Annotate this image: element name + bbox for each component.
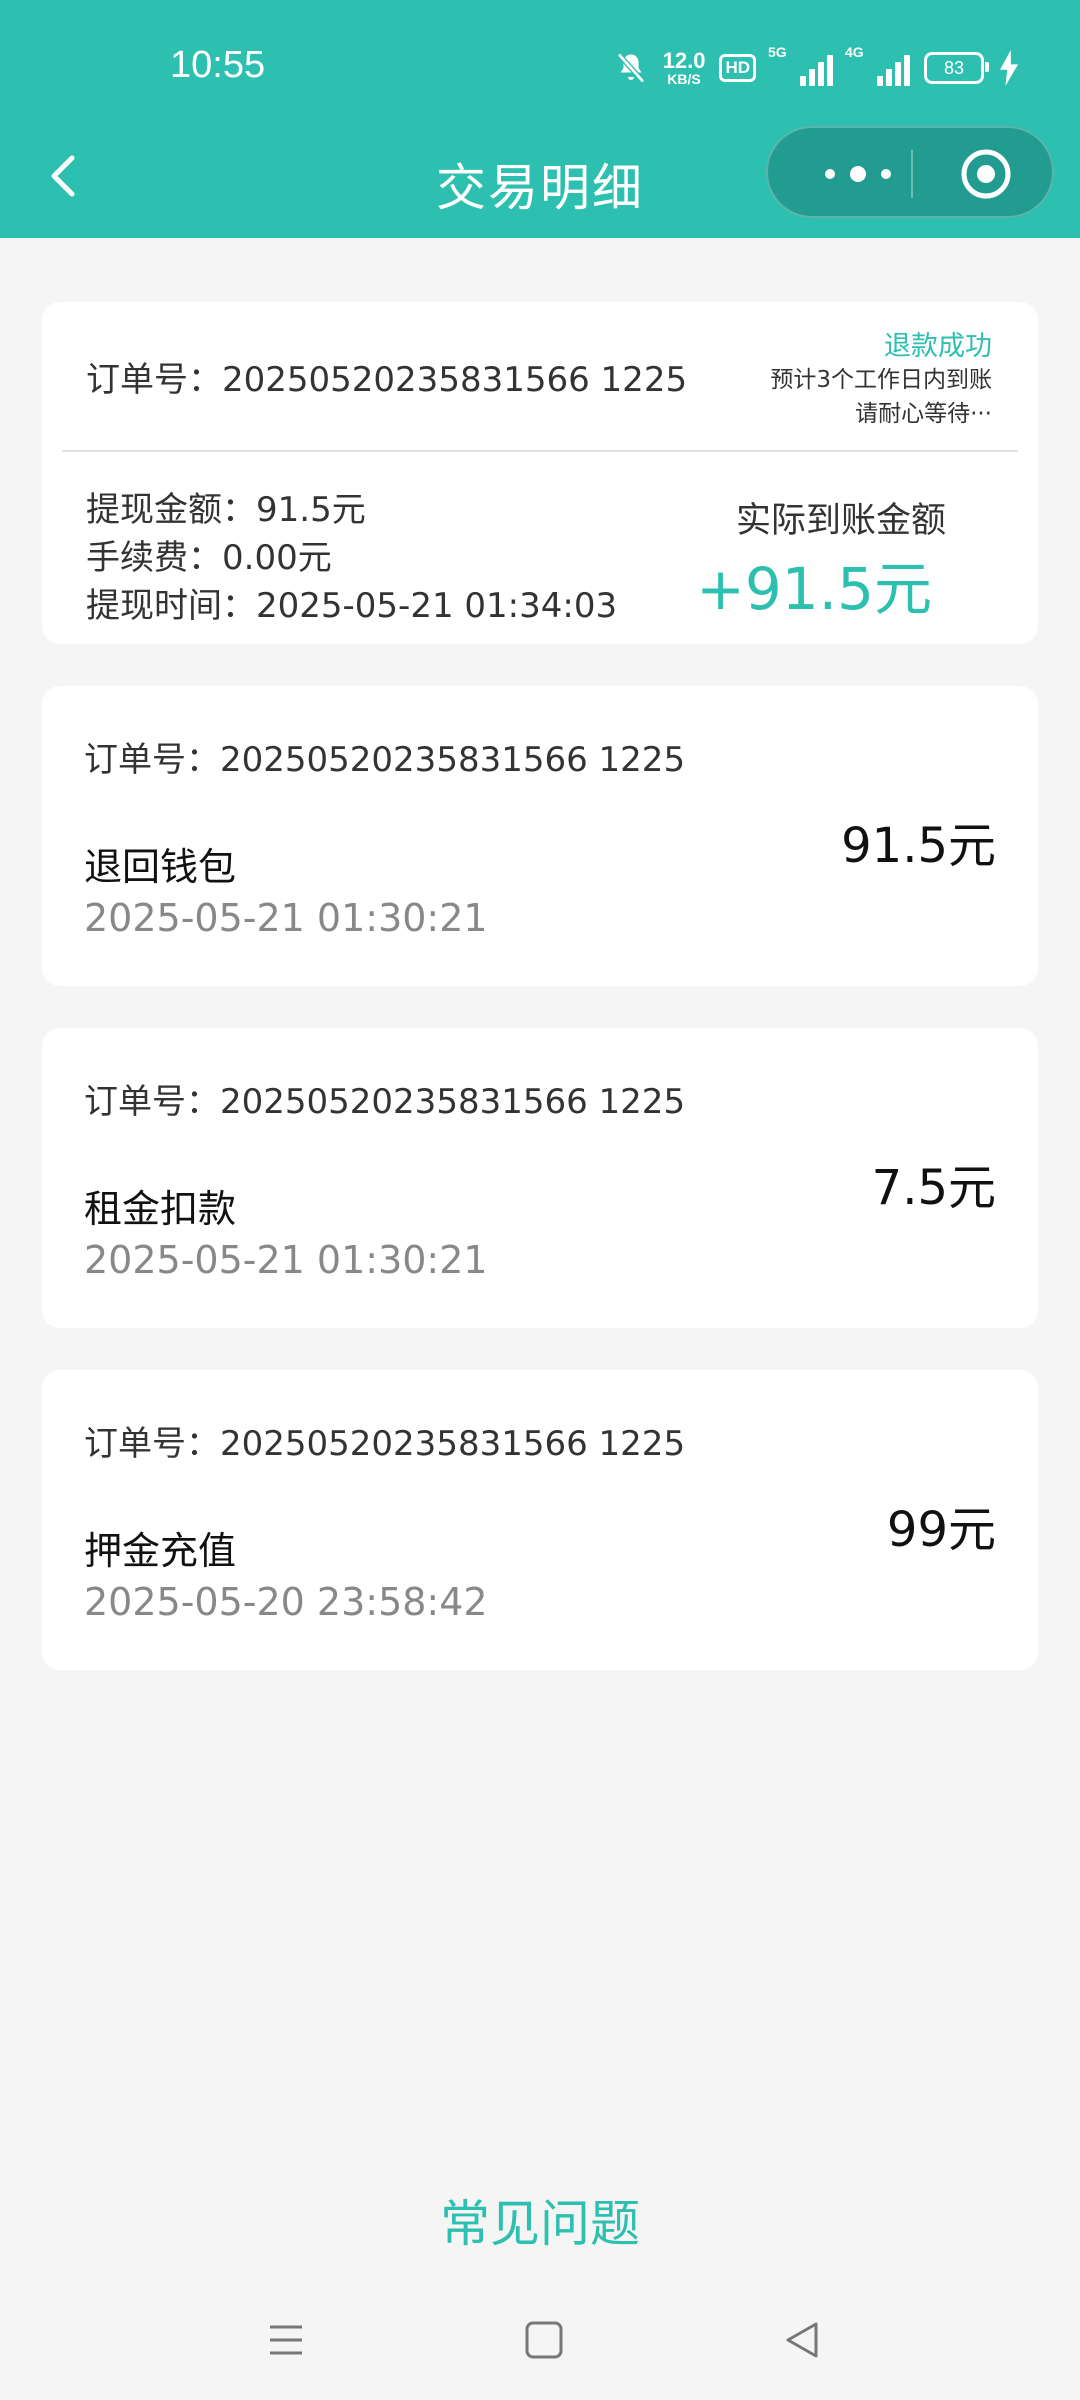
transaction-amount: 91.5元 bbox=[841, 818, 996, 874]
transaction-time: 2025-05-21 01:30:21 bbox=[84, 896, 488, 940]
transaction-card[interactable]: 订单号：20250520235831566 1225 租金扣款 2025-05-… bbox=[42, 1028, 1038, 1328]
order-number: 订单号：20250520235831566 1225 bbox=[84, 1424, 686, 1464]
mute-bell-icon bbox=[616, 52, 645, 84]
hd-badge: HD bbox=[719, 54, 756, 82]
target-close-icon[interactable] bbox=[960, 148, 1012, 200]
clock: 10:55 bbox=[170, 44, 266, 86]
transaction-amount: 7.5元 bbox=[871, 1160, 996, 1216]
back-triangle-icon[interactable] bbox=[772, 2310, 832, 2370]
charging-icon bbox=[1000, 50, 1018, 86]
net-speed: 12.0 KB/S bbox=[662, 48, 706, 87]
faq-link[interactable]: 常见问题 bbox=[0, 2184, 1080, 2256]
transaction-time: 2025-05-21 01:30:21 bbox=[84, 1238, 488, 1282]
system-nav-bar bbox=[0, 2280, 1080, 2400]
transaction-name: 租金扣款 bbox=[84, 1187, 237, 1231]
transaction-name: 押金充值 bbox=[84, 1529, 237, 1573]
more-dots-icon[interactable] bbox=[808, 154, 908, 194]
status-bar: 10:55 12.0 KB/S HD 5G 4G 83 bbox=[0, 0, 1080, 138]
title-bar: 交易明细 bbox=[0, 120, 1080, 238]
battery-icon: 83 bbox=[924, 52, 989, 84]
divider bbox=[62, 450, 1018, 452]
signal-5g-icon: 5G bbox=[768, 44, 833, 86]
mini-program-capsule bbox=[766, 126, 1054, 218]
menu-lines-icon[interactable] bbox=[256, 2310, 316, 2370]
home-square-icon[interactable] bbox=[514, 2310, 574, 2370]
order-number: 订单号：20250520235831566 1225 bbox=[84, 740, 686, 780]
actual-amount: +91.5元 bbox=[696, 555, 932, 623]
wait-note: 请耐心等待··· bbox=[855, 401, 992, 427]
transaction-card[interactable]: 订单号：20250520235831566 1225 押金充值 2025-05-… bbox=[42, 1370, 1038, 1670]
withdrawal-card: 订单号：20250520235831566 1225 退款成功 预计3个工作日内… bbox=[42, 302, 1038, 644]
status-icons: 12.0 KB/S HD 5G 4G 83 bbox=[613, 44, 1020, 90]
withdrawal-amount: 提现金额：91.5元 bbox=[86, 490, 366, 530]
signal-4g-icon: 4G bbox=[845, 44, 910, 86]
order-number: 订单号：20250520235831566 1225 bbox=[84, 1082, 686, 1122]
service-fee: 手续费：0.00元 bbox=[86, 538, 332, 578]
order-number: 订单号：20250520235831566 1225 bbox=[86, 360, 688, 400]
withdrawal-time: 提现时间：2025-05-21 01:34:03 bbox=[86, 586, 618, 626]
capsule-divider bbox=[911, 150, 913, 198]
transaction-card[interactable]: 订单号：20250520235831566 1225 退回钱包 2025-05-… bbox=[42, 686, 1038, 986]
arrival-estimate: 预计3个工作日内到账 bbox=[770, 367, 992, 393]
actual-amount-label: 实际到账金额 bbox=[735, 501, 946, 541]
status-badge: 退款成功 bbox=[884, 331, 992, 362]
transaction-amount: 99元 bbox=[886, 1502, 996, 1558]
transaction-name: 退回钱包 bbox=[84, 845, 237, 889]
transaction-time: 2025-05-20 23:58:42 bbox=[84, 1580, 488, 1624]
